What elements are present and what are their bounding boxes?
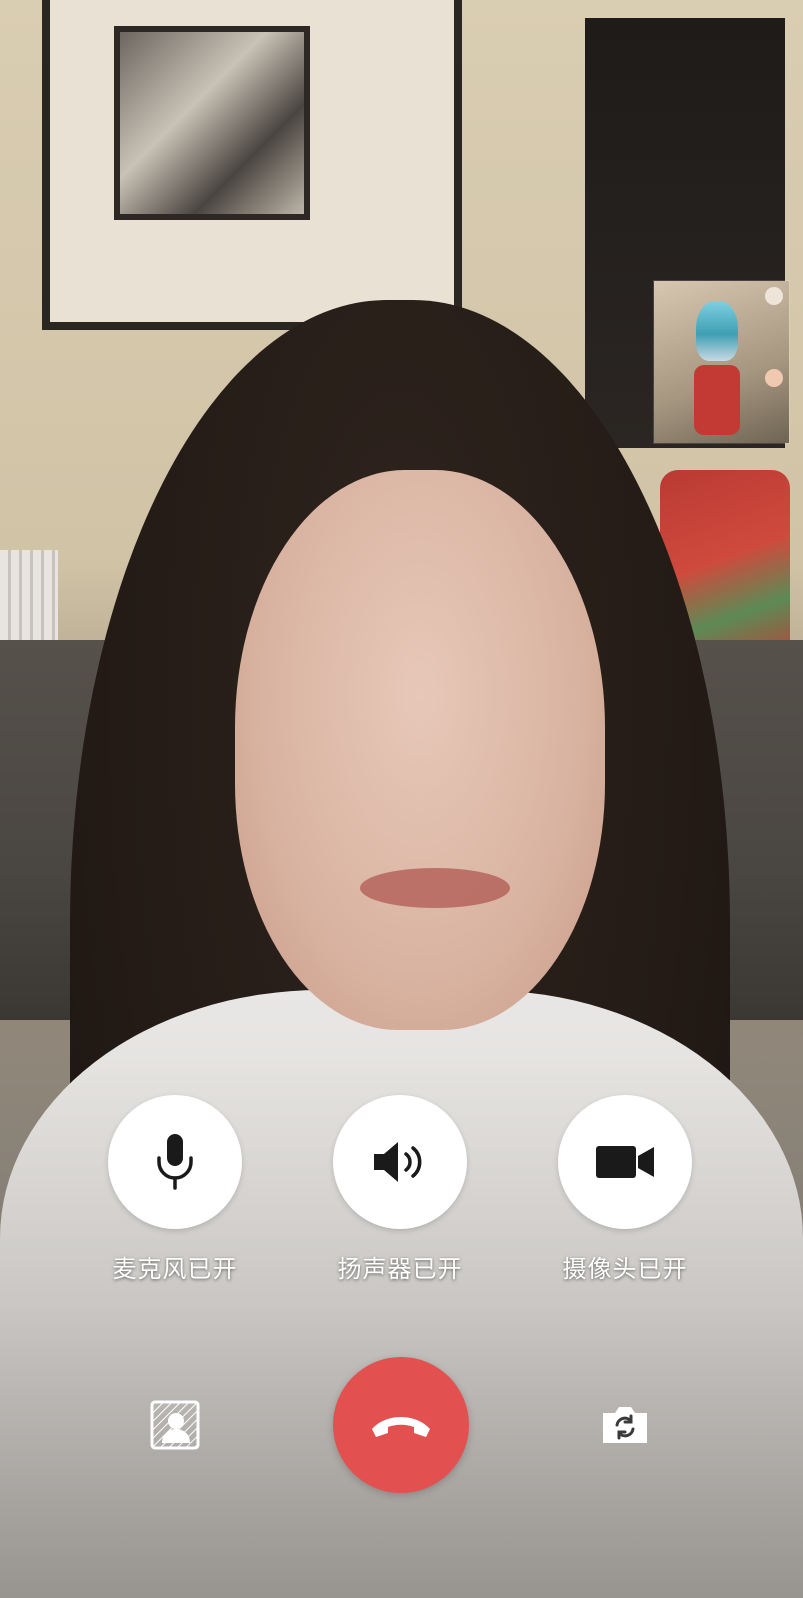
hangup-button[interactable] [333,1357,469,1493]
self-video-preview[interactable] [654,281,789,443]
background-radiator [0,550,58,645]
remote-person-lips [360,868,510,908]
microphone-control: 麦克风已开 [95,1095,255,1284]
microphone-button[interactable] [108,1095,242,1229]
preview-avatar-middle [765,369,783,387]
speaker-control: 扬声器已开 [320,1095,480,1284]
video-call-screen: 麦克风已开 扬声器已开 摄像头已开 [0,0,803,1598]
preview-red-object [694,365,740,435]
camera-label: 摄像头已开 [562,1255,688,1283]
microphone-icon [157,1134,193,1190]
background-blur-icon [150,1400,200,1450]
phone-hangup-icon [372,1417,430,1437]
speaker-icon [374,1142,422,1182]
preview-toy-figure [696,301,738,361]
preview-avatar-top [765,287,783,305]
video-camera-icon [596,1146,654,1178]
camera-control: 摄像头已开 [545,1095,705,1284]
camera-button[interactable] [558,1095,692,1229]
background-blur-button[interactable] [143,1393,207,1457]
speaker-label: 扬声器已开 [337,1255,463,1283]
switch-camera-icon [603,1407,647,1443]
background-wall-art [114,26,310,220]
remote-person-face [235,470,605,1030]
microphone-label: 麦克风已开 [112,1255,238,1283]
switch-camera-button[interactable] [593,1393,657,1457]
speaker-button[interactable] [333,1095,467,1229]
